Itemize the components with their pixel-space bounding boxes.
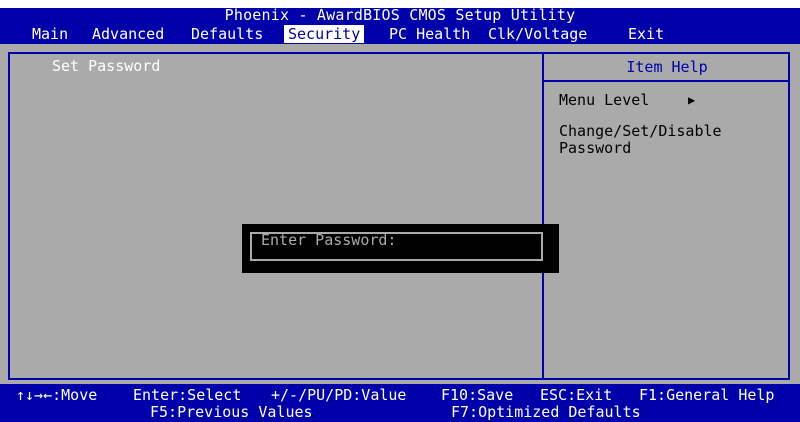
help-description: Change/Set/Disable Password bbox=[559, 122, 722, 157]
menu-item-advanced[interactable]: Advanced bbox=[88, 25, 168, 43]
item-help-title: Item Help bbox=[626, 58, 708, 76]
password-dialog: Enter Password: bbox=[242, 224, 559, 273]
status-bar: ↑↓→←:Move Enter:Select +/-/PU/PD:Value F… bbox=[0, 384, 800, 422]
status-exit: ESC:Exit bbox=[540, 386, 613, 404]
status-move: ↑↓→←:Move bbox=[16, 386, 98, 404]
main-frame bbox=[8, 52, 790, 380]
help-title-divider bbox=[542, 80, 790, 82]
password-dialog-label: Enter Password: bbox=[261, 231, 397, 249]
menu-item-exit[interactable]: Exit bbox=[624, 25, 668, 43]
menu-level-arrow-icon: ▶ bbox=[688, 93, 696, 107]
menu-bar: Main Advanced Defaults Security PC Healt… bbox=[0, 23, 800, 44]
status-select: Enter:Select bbox=[133, 386, 242, 404]
status-general-help: F1:General Help bbox=[639, 386, 775, 404]
status-save: F10:Save bbox=[441, 386, 514, 404]
bios-screen: Phoenix - AwardBIOS CMOS Setup Utility M… bbox=[0, 0, 800, 422]
menu-item-pc-health[interactable]: PC Health bbox=[385, 25, 474, 43]
status-optimized-defaults: F7:Optimized Defaults bbox=[451, 403, 641, 421]
title-bar: Phoenix - AwardBIOS CMOS Setup Utility bbox=[0, 8, 800, 23]
set-password-option[interactable]: Set Password bbox=[52, 57, 160, 75]
menu-item-defaults[interactable]: Defaults bbox=[187, 25, 267, 43]
password-input[interactable] bbox=[397, 231, 527, 249]
menu-level-label: Menu Level bbox=[559, 91, 650, 109]
menu-item-main[interactable]: Main bbox=[28, 25, 72, 43]
menu-item-clk-voltage[interactable]: Clk/Voltage bbox=[484, 25, 591, 43]
menu-item-security[interactable]: Security bbox=[284, 25, 365, 43]
status-previous-values: F5:Previous Values bbox=[150, 403, 313, 421]
help-panel-divider bbox=[542, 52, 544, 380]
status-value: +/-/PU/PD:Value bbox=[271, 386, 407, 404]
